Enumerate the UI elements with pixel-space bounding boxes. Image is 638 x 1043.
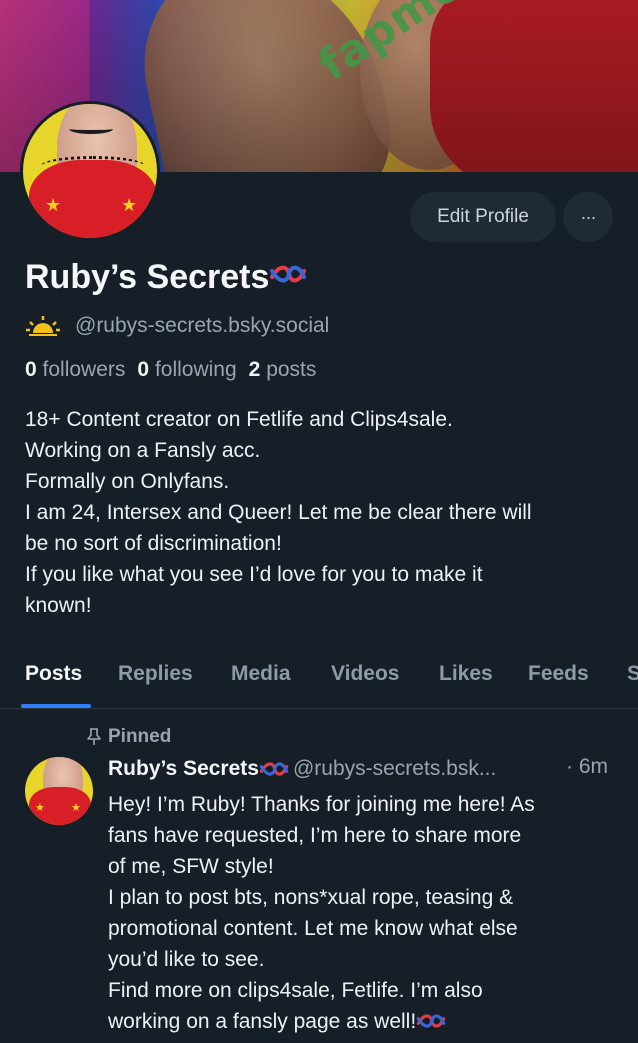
rope-knot-icon xyxy=(259,762,289,776)
more-options-button[interactable]: ··· xyxy=(563,192,613,242)
profile-stats: 0 followers 0 following 2 posts xyxy=(25,358,316,382)
bio-line: I am 24, Intersex and Queer! Let me be c… xyxy=(25,501,532,524)
bio-line: be no sort of discrimination! xyxy=(25,532,282,555)
profile-avatar[interactable]: ★ ★ xyxy=(20,101,160,241)
bio-line: known! xyxy=(25,594,92,617)
tab-media[interactable]: Media xyxy=(231,652,291,708)
pinned-indicator: Pinned xyxy=(86,726,171,748)
post-header: Ruby’s Secrets @rubys-secrets.bsk... xyxy=(108,755,496,783)
post-line: of me, SFW style! xyxy=(108,855,274,878)
profile-handle-row: @rubys-secrets.bsky.social xyxy=(25,312,329,340)
rope-knot-icon xyxy=(416,1014,446,1028)
post-author-handle[interactable]: @rubys-secrets.bsk... xyxy=(293,757,496,781)
tab-replies[interactable]: Replies xyxy=(118,652,193,708)
tab-likes[interactable]: Likes xyxy=(439,652,493,708)
tab-videos[interactable]: Videos xyxy=(331,652,399,708)
post-line: Hey! I’m Ruby! Thanks for joining me her… xyxy=(108,793,535,816)
edit-profile-button[interactable]: Edit Profile xyxy=(410,192,556,242)
tab-starter-packs[interactable]: S xyxy=(627,652,638,708)
tab-feeds[interactable]: Feeds xyxy=(528,652,589,708)
post-author-avatar[interactable]: ★ ★ xyxy=(25,757,93,825)
pin-icon xyxy=(87,728,101,745)
post-line: fans have requested, I’m here to share m… xyxy=(108,824,522,847)
post-line: Find more on clips4sale, Fetlife. I’m al… xyxy=(108,979,483,1002)
post-line: working on a fansly page as well! xyxy=(108,1006,628,1037)
pinned-label: Pinned xyxy=(108,726,172,747)
bio-line: 18+ Content creator on Fetlife and Clips… xyxy=(25,408,453,431)
following-stat[interactable]: 0 following xyxy=(137,358,236,382)
profile-bio: 18+ Content creator on Fetlife and Clips… xyxy=(25,404,625,621)
post-line: you’d like to see. xyxy=(108,948,265,971)
more-icon: ··· xyxy=(580,206,597,227)
post-line: I plan to post bts, nons*xual rope, teas… xyxy=(108,886,514,909)
post-line: promotional content. Let me know what el… xyxy=(108,917,518,940)
post-timestamp[interactable]: · 6m xyxy=(566,755,608,779)
posts-stat: 2 posts xyxy=(248,358,317,381)
post-author-name[interactable]: Ruby’s Secrets xyxy=(108,757,259,781)
bio-line: If you like what you see I’d love for yo… xyxy=(25,563,483,586)
active-tab-indicator xyxy=(21,704,91,708)
display-name-text: Ruby’s Secrets xyxy=(25,258,270,296)
tab-posts[interactable]: Posts xyxy=(25,652,82,708)
bio-line: Working on a Fansly acc. xyxy=(25,439,261,462)
followers-stat[interactable]: 0 followers xyxy=(25,358,125,382)
bio-line: Formally on Onlyfans. xyxy=(25,470,230,493)
profile-tabs: Posts Replies Media Videos Likes Feeds S xyxy=(0,652,638,709)
profile-handle[interactable]: @rubys-secrets.bsky.social xyxy=(75,314,329,338)
rope-knot-icon xyxy=(270,265,307,283)
post-text[interactable]: Hey! I’m Ruby! Thanks for joining me her… xyxy=(108,789,628,1037)
sunrise-icon xyxy=(26,316,60,336)
profile-display-name: Ruby’s Secrets xyxy=(25,258,307,297)
